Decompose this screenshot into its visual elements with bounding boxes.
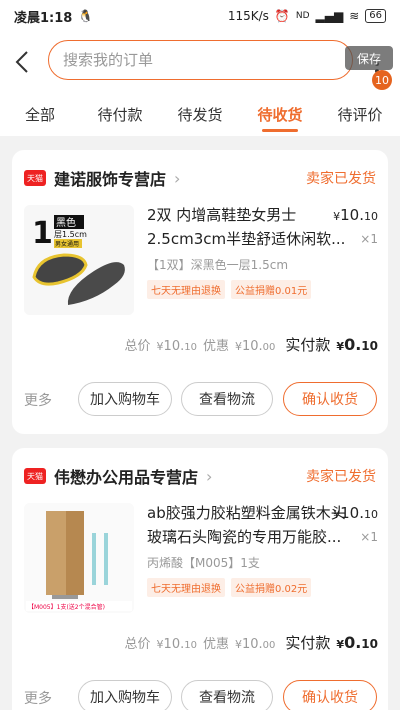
product-image[interactable]: 1 黑色 层1.5cm 男女通用 — [24, 205, 134, 315]
discount-label: 优惠 — [202, 637, 229, 652]
wifi-icon: ≋ — [349, 9, 360, 23]
order-totals: 总价 ¥10.10 优惠 ¥10.00 实付款 ¥0.10 — [125, 632, 378, 653]
nfc-icon: ND — [295, 11, 310, 21]
total-value: ¥10.10 — [156, 339, 197, 354]
service-tag: 七天无理由退换 — [147, 280, 225, 299]
order-card[interactable]: 天猫 建诺服饰专营店 › 卖家已发货 1 黑色 层1.5cm 男女通用 2双 内… — [12, 150, 388, 434]
order-status: 卖家已发货 — [306, 469, 376, 485]
shop-header[interactable]: 天猫 建诺服饰专营店 › — [24, 166, 180, 190]
image-caption-tag: 男女通用 — [55, 240, 79, 248]
total-label: 总价 — [124, 637, 151, 652]
service-tags: 七天无理由退换 公益捐赠0.01元 — [147, 280, 312, 299]
service-tag: 七天无理由退换 — [147, 578, 225, 597]
header: 保存 10 — [0, 32, 400, 92]
order-tabs: 全部 待付款 待发货 待收货 待评价 — [0, 92, 400, 136]
order-actions: 更多 加入购物车 查看物流 确认收货 — [12, 380, 388, 420]
product-price: ¥10.10 — [333, 206, 378, 224]
product-sku: 丙烯酸【M005】1支 — [147, 556, 260, 570]
confirm-receipt-button[interactable]: 确认收货 — [283, 382, 377, 416]
tab-pending-shipment[interactable]: 待发货 — [160, 92, 240, 136]
actual-paid-value: ¥0.10 — [336, 335, 378, 354]
shop-name[interactable]: 伟懋办公用品专营店 — [54, 464, 198, 488]
discount-value: ¥10.00 — [234, 339, 276, 354]
status-bar: 凌晨1:18 🐧 115K/s ⏰ ND ▂▄▆ ≋ 66 — [0, 0, 400, 32]
add-to-cart-button[interactable]: 加入购物车 — [78, 382, 172, 416]
chevron-left-icon — [15, 51, 28, 73]
service-tag: 公益捐赠0.02元 — [231, 578, 312, 597]
view-logistics-button[interactable]: 查看物流 — [181, 680, 273, 710]
notification-badge: 10 — [372, 70, 392, 90]
product-title[interactable]: ab胶强力胶粘塑料金属铁木头玻璃石头陶瓷的专用万能胶... — [147, 501, 347, 549]
discount-label: 优惠 — [202, 339, 229, 354]
tmall-logo-icon: 天猫 — [24, 468, 46, 484]
image-caption-text: 黑色 — [56, 216, 76, 229]
discount-value: ¥10.00 — [234, 637, 276, 652]
qq-penguin-icon: 🐧 — [78, 9, 94, 23]
actual-paid-label: 实付款 — [285, 634, 331, 652]
product-price: ¥10.10 — [333, 504, 378, 522]
tab-pending-review[interactable]: 待评价 — [320, 92, 400, 136]
chevron-right-icon: › — [206, 466, 213, 486]
back-button[interactable] — [2, 42, 42, 82]
image-caption-num: 1 — [32, 216, 53, 251]
shop-name[interactable]: 建诺服饰专营店 — [54, 166, 166, 190]
shop-header[interactable]: 天猫 伟懋办公用品专营店 › — [24, 464, 212, 488]
alarm-icon: ⏰ — [274, 9, 290, 23]
total-label: 总价 — [124, 339, 151, 354]
add-to-cart-button[interactable]: 加入购物车 — [78, 680, 172, 710]
more-link[interactable]: 更多 — [24, 390, 52, 410]
tab-all[interactable]: 全部 — [0, 92, 80, 136]
actual-paid-label: 实付款 — [285, 336, 331, 354]
image-caption-text: 【M005】1支(送2个混合管) — [28, 603, 105, 611]
image-caption-sub: 层1.5cm — [54, 230, 87, 239]
save-button[interactable]: 保存 — [345, 46, 393, 70]
product-quantity: ×1 — [360, 530, 378, 544]
tmall-logo-icon: 天猫 — [24, 170, 46, 186]
search-box[interactable] — [48, 40, 353, 80]
product-sku: 【1双】深黑色一层1.5cm — [147, 258, 289, 272]
insole-image: 1 黑色 层1.5cm 男女通用 — [24, 205, 134, 315]
status-right: 115K/s ⏰ ND ▂▄▆ ≋ 66 — [228, 9, 386, 23]
network-speed: 115K/s — [227, 9, 269, 23]
order-status: 卖家已发货 — [306, 171, 376, 187]
service-tags: 七天无理由退换 公益捐赠0.02元 — [147, 578, 312, 597]
product-title[interactable]: 2双 内增高鞋垫女男士2.5cm3cm半垫舒适休闲软... — [147, 203, 347, 251]
total-value: ¥10.10 — [156, 637, 197, 652]
glue-image: 【M005】1支(送2个混合管) — [24, 503, 134, 613]
service-tag: 公益捐赠0.01元 — [231, 280, 312, 299]
product-image[interactable]: 【M005】1支(送2个混合管) — [24, 503, 134, 613]
product-quantity: ×1 — [360, 232, 378, 246]
signal-icon: ▂▄▆ — [315, 9, 344, 23]
battery-icon: 66 — [365, 9, 386, 23]
actual-paid-value: ¥0.10 — [336, 633, 378, 652]
tab-pending-receipt[interactable]: 待收货 — [240, 92, 320, 136]
order-actions: 更多 加入购物车 查看物流 确认收货 — [12, 678, 388, 710]
more-link[interactable]: 更多 — [24, 688, 52, 708]
order-card[interactable]: 天猫 伟懋办公用品专营店 › 卖家已发货 【M005】1支(送2个混合管) ab… — [12, 448, 388, 710]
search-input[interactable] — [63, 51, 352, 69]
chevron-right-icon: › — [174, 168, 181, 188]
view-logistics-button[interactable]: 查看物流 — [181, 382, 273, 416]
status-time: 凌晨1:18 — [14, 10, 73, 26]
order-totals: 总价 ¥10.10 优惠 ¥10.00 实付款 ¥0.10 — [125, 334, 378, 355]
tab-pending-payment[interactable]: 待付款 — [80, 92, 160, 136]
confirm-receipt-button[interactable]: 确认收货 — [283, 680, 377, 710]
